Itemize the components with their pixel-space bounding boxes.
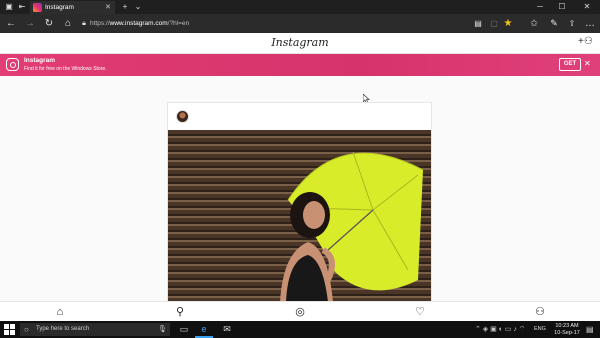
browser-tab[interactable]: Instagram ✕: [30, 1, 115, 14]
instagram-app-icon: [6, 58, 19, 71]
tab-list-icon[interactable]: ▣: [2, 0, 16, 14]
taskbar-search-box[interactable]: ○ Type here to search 🎙︎: [20, 323, 170, 336]
url-prefix: https://: [90, 20, 110, 27]
edge-browser-icon[interactable]: e: [195, 321, 213, 338]
notifications-icon[interactable]: ▤: [586, 321, 594, 338]
banner-app-name: Instagram: [24, 57, 56, 64]
url-path: /?hl=en: [167, 20, 190, 27]
url-field[interactable]: https://www.instagram.com/?hl=en: [90, 16, 470, 31]
post-photo[interactable]: [168, 130, 431, 302]
search-icon[interactable]: ⚲: [173, 305, 187, 319]
heart-icon[interactable]: ♡: [413, 305, 427, 319]
system-tray-icons[interactable]: ⌃ ◈ ▣ ◐ ▭ ♪ ⌔: [475, 321, 525, 338]
task-view-icon[interactable]: ▭: [175, 321, 193, 338]
get-button[interactable]: GET: [559, 58, 581, 71]
browser-title-bar: ▣ ⇤ Instagram ✕ + ⌄ ─ ☐ ✕: [0, 0, 600, 14]
mail-icon[interactable]: ✉: [218, 321, 236, 338]
banner-close-icon[interactable]: ✕: [584, 59, 591, 68]
search-placeholder: Type here to search: [36, 326, 90, 332]
new-tab-icon[interactable]: +: [118, 0, 132, 14]
windows-taskbar: ○ Type here to search 🎙︎ ▭ e ✉ ⌃ ◈ ▣ ◐ ▭…: [0, 321, 600, 338]
favorites-hub-icon[interactable]: ✩: [526, 14, 542, 33]
refresh-icon[interactable]: ↻: [41, 14, 57, 33]
chevron-down-icon[interactable]: ⌄: [131, 0, 145, 14]
reading-view-icon[interactable]: ▤: [470, 14, 486, 33]
feed-post: [167, 102, 432, 302]
url-domain: www.instagram.com: [109, 20, 168, 27]
clock-date[interactable]: 10-Sep-17: [552, 330, 582, 336]
windows-start-icon[interactable]: [4, 324, 15, 335]
back-icon[interactable]: ←: [3, 14, 19, 33]
language-indicator[interactable]: ENG: [534, 321, 546, 338]
more-icon[interactable]: …: [582, 14, 598, 33]
minimize-icon[interactable]: ─: [531, 0, 549, 14]
clock-time[interactable]: 10:23 AM: [552, 323, 582, 329]
camera-icon[interactable]: ◎: [293, 305, 307, 319]
share-icon[interactable]: ⇧: [564, 14, 580, 33]
instagram-header: Instagram +⚇: [0, 33, 600, 54]
address-bar-row: ← → ↻ ⌂ 🔒︎ https://www.instagram.com/?hl…: [0, 14, 600, 33]
profile-icon[interactable]: ⚇: [533, 305, 547, 319]
home-icon[interactable]: ⌂: [53, 305, 67, 319]
avatar[interactable]: [176, 110, 189, 123]
search-icon: ○: [24, 325, 29, 334]
pen-icon[interactable]: ✎: [546, 14, 562, 33]
tab-title: Instagram: [45, 4, 74, 11]
forward-icon[interactable]: →: [22, 14, 38, 33]
microphone-icon[interactable]: 🎙︎: [158, 323, 167, 336]
close-tab-icon[interactable]: ✕: [105, 1, 111, 14]
favorite-star-icon[interactable]: ★: [500, 14, 516, 33]
home-icon[interactable]: ⌂: [60, 14, 76, 33]
instagram-logo[interactable]: Instagram: [0, 36, 600, 49]
add-user-icon[interactable]: +⚇: [578, 36, 593, 47]
instagram-favicon-icon: [33, 3, 42, 12]
maximize-icon[interactable]: ☐: [553, 0, 571, 14]
back-tab-icon[interactable]: ⇤: [15, 0, 29, 14]
banner-subtitle: Find it for free on the Windows Store.: [24, 66, 107, 72]
window-close-icon[interactable]: ✕: [578, 0, 596, 14]
instagram-bottom-nav: ⌂ ⚲ ◎ ♡ ⚇: [0, 301, 600, 321]
umbrella-photo-illustration: [280, 151, 424, 302]
store-banner: Instagram Find it for free on the Window…: [0, 54, 600, 76]
